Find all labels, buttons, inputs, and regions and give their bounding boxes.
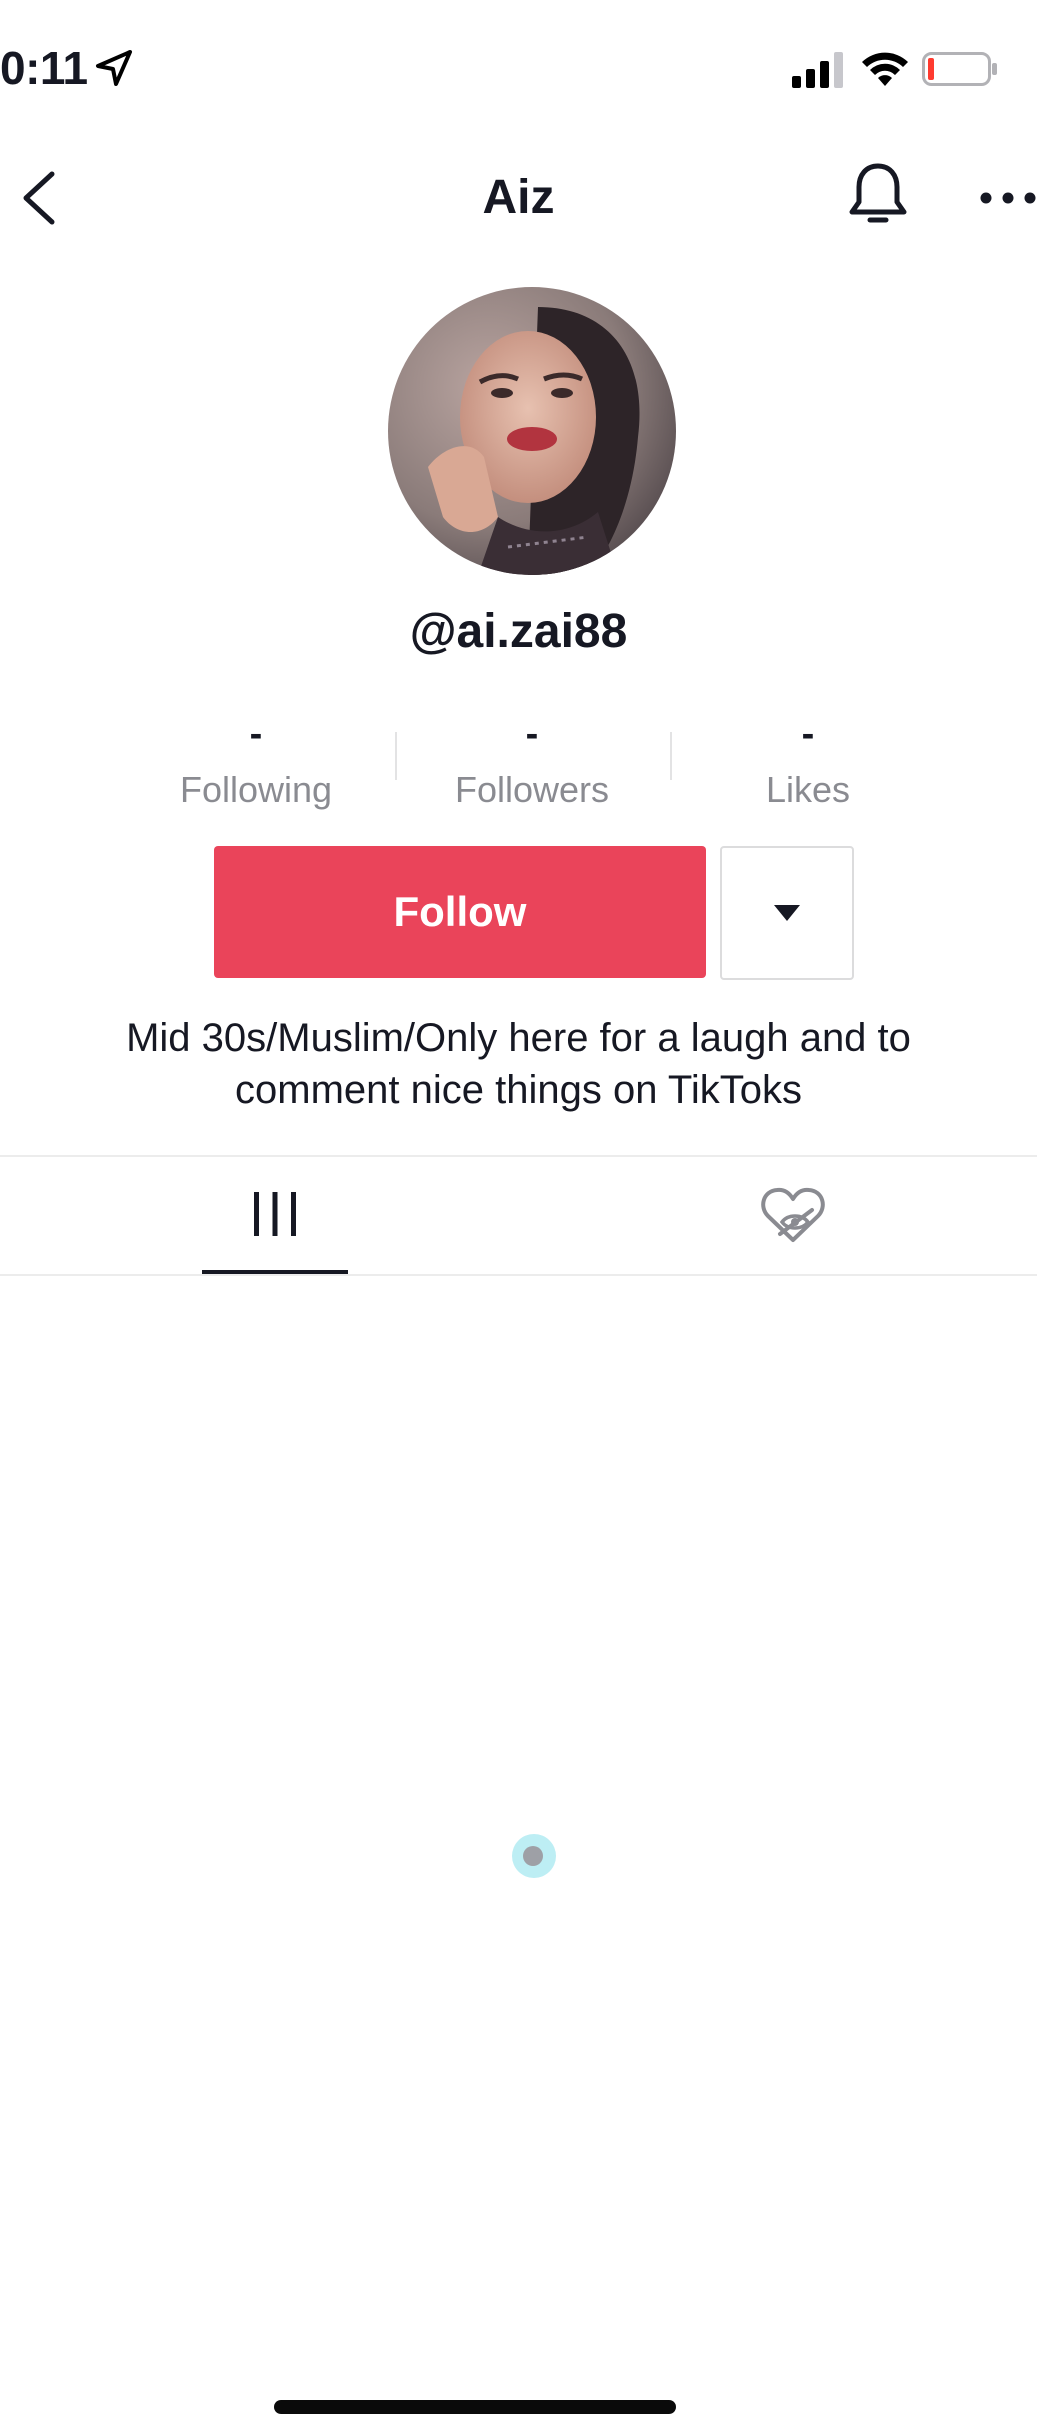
stat-label: Following (179, 769, 333, 810)
more-options-button[interactable] (978, 180, 1037, 216)
tabs-bottom-divider (0, 1274, 1037, 1276)
cellular-signal-icon (792, 52, 846, 88)
stat-following[interactable]: - Following (118, 712, 394, 814)
suggested-accounts-dropdown-button[interactable] (720, 846, 854, 980)
tab-videos[interactable] (202, 1158, 348, 1276)
avatar[interactable] (388, 287, 676, 575)
battery-low-icon (922, 52, 998, 86)
caret-down-icon (774, 905, 800, 921)
videos-grid-icon (254, 1192, 296, 1236)
tab-liked[interactable] (760, 1182, 826, 1248)
tabs-top-divider (0, 1155, 1037, 1157)
location-arrow-icon (94, 48, 134, 88)
notification-bell-button[interactable] (846, 160, 910, 232)
bell-icon (849, 163, 907, 223)
stat-label: Followers (454, 769, 610, 810)
profile-handle: @ai.zai88 (409, 605, 628, 658)
stat-value: - (525, 713, 539, 755)
stat-followers[interactable]: - Followers (394, 712, 670, 814)
loading-spinner-dot (523, 1846, 543, 1866)
liked-hidden-heart-icon (761, 1187, 825, 1242)
status-time: 0:11 (0, 42, 88, 94)
home-indicator[interactable] (274, 2400, 676, 2414)
stat-label: Likes (765, 769, 851, 810)
stat-likes[interactable]: - Likes (670, 712, 946, 814)
more-horizontal-icon (980, 192, 1036, 204)
stat-value: - (249, 713, 263, 755)
profile-bio: Mid 30s/Muslim/Only here for a laugh and… (126, 1016, 911, 1112)
stat-value: - (801, 713, 815, 755)
wifi-icon (860, 50, 910, 88)
follow-button[interactable]: Follow (214, 846, 706, 978)
